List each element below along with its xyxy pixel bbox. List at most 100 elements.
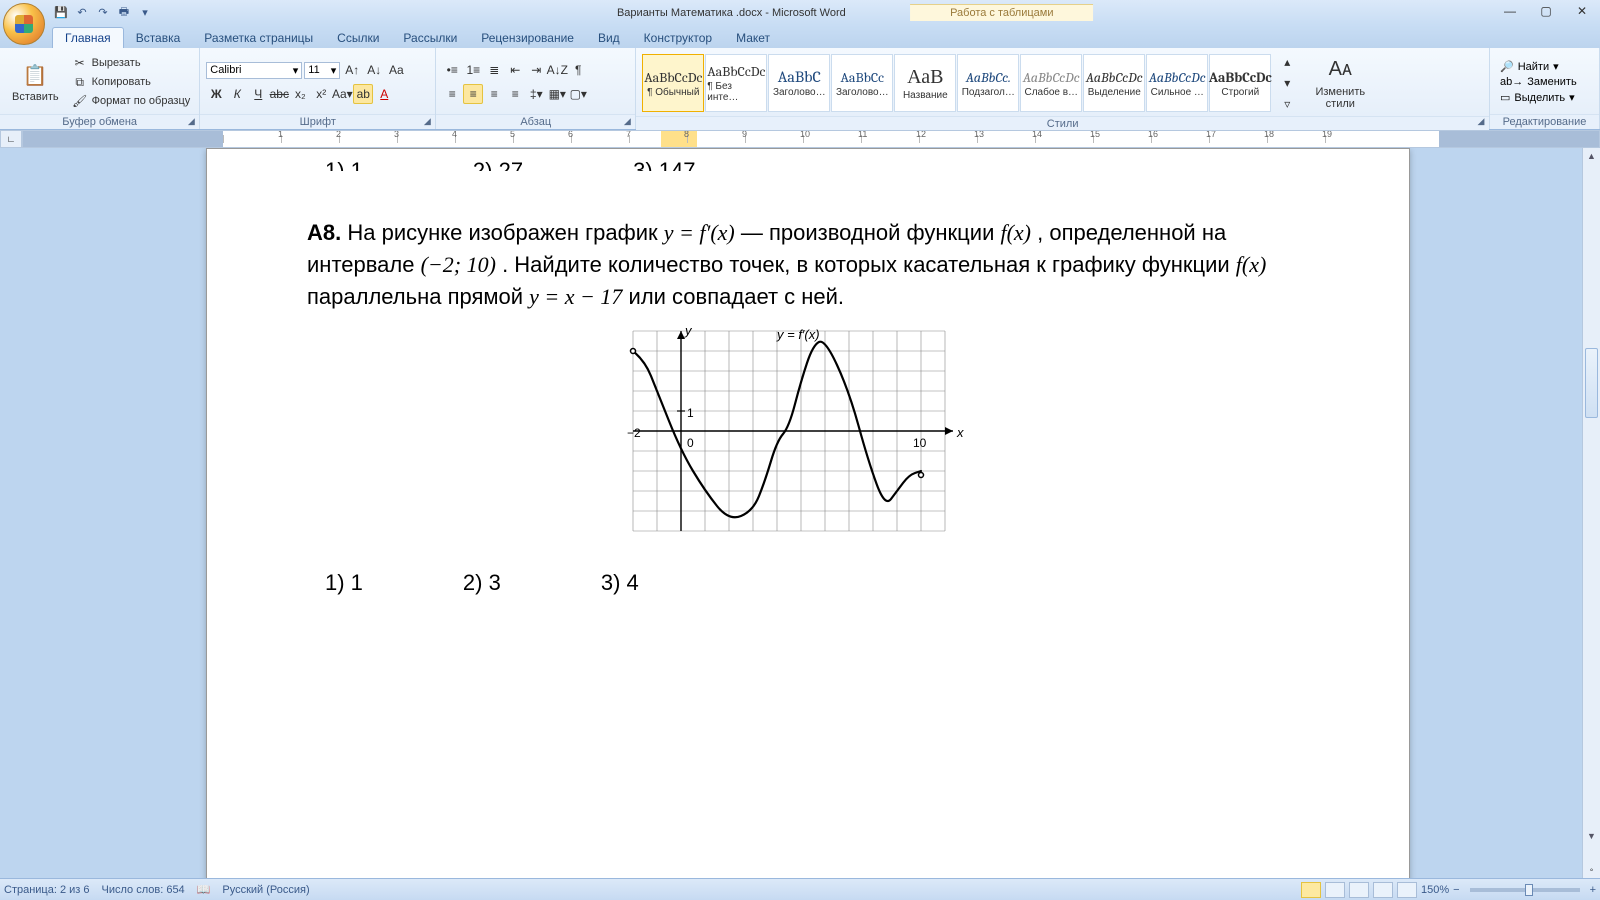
vertical-scrollbar[interactable]: ▲ ▼ ◦ xyxy=(1582,148,1600,878)
strikethrough-button[interactable]: abc xyxy=(269,84,289,104)
font-size-combo[interactable]: 11▾ xyxy=(304,62,340,79)
change-case-button[interactable]: Aa▾ xyxy=(332,84,352,104)
style-subtitle[interactable]: AaBbCc.Подзагол… xyxy=(957,54,1019,112)
increase-indent-button[interactable]: ⇥ xyxy=(526,60,546,80)
status-page[interactable]: Страница: 2 из 6 xyxy=(4,884,90,896)
zoom-in-button[interactable]: + xyxy=(1590,884,1596,896)
tab-selector[interactable]: ∟ xyxy=(0,130,22,148)
browse-object-button[interactable]: ◦ xyxy=(1583,862,1600,878)
find-button[interactable]: 🔎Найти▾ xyxy=(1496,59,1581,74)
font-name-combo[interactable]: Calibri▾ xyxy=(206,62,302,79)
prev-answer-2: 2) 27 xyxy=(473,155,523,171)
replace-button[interactable]: ab→Заменить xyxy=(1496,75,1581,89)
clear-formatting-button[interactable]: Aa xyxy=(386,60,406,80)
status-words[interactable]: Число слов: 654 xyxy=(102,884,185,896)
style-heading1[interactable]: AaBbCЗаголово… xyxy=(768,54,830,112)
grow-font-button[interactable]: A↑ xyxy=(342,60,362,80)
style-strong[interactable]: AaBbCcDcСтрогий xyxy=(1209,54,1271,112)
style-subtle[interactable]: AaBbCcDcСлабое в… xyxy=(1020,54,1082,112)
tab-layout[interactable]: Макет xyxy=(724,28,782,48)
page-content[interactable]: 1) 1 2) 27 3) 147 А8. На рисунке изображ… xyxy=(207,149,1409,629)
quickprint-icon[interactable]: 🖶 xyxy=(115,4,133,22)
proofing-icon[interactable]: 📖 xyxy=(197,883,211,896)
tab-review[interactable]: Рецензирование xyxy=(469,28,586,48)
italic-button[interactable]: К xyxy=(227,84,247,104)
decrease-indent-button[interactable]: ⇤ xyxy=(505,60,525,80)
styles-dialog-launcher[interactable]: ◢ xyxy=(1475,115,1487,127)
align-left-button[interactable]: ≡ xyxy=(442,84,462,104)
view-web-button[interactable] xyxy=(1349,882,1369,898)
style-nospacing[interactable]: AaBbCcDc¶ Без инте… xyxy=(705,54,767,112)
styles-scroll-up[interactable]: ▴ xyxy=(1277,52,1297,72)
view-printlayout-button[interactable] xyxy=(1301,882,1321,898)
office-button[interactable] xyxy=(3,3,45,45)
font-color-button[interactable]: A xyxy=(374,84,394,104)
superscript-button[interactable]: x² xyxy=(311,84,331,104)
tab-view[interactable]: Вид xyxy=(586,28,632,48)
answer-3: 3) 4 xyxy=(601,567,639,599)
multilevel-button[interactable]: ≣ xyxy=(484,60,504,80)
document-area[interactable]: 1) 1 2) 27 3) 147 А8. На рисунке изображ… xyxy=(0,148,1582,878)
font-dialog-launcher[interactable]: ◢ xyxy=(421,115,433,127)
clipboard-dialog-launcher[interactable]: ◢ xyxy=(185,115,197,127)
qat-more-icon[interactable]: ▾ xyxy=(136,4,154,22)
align-center-button[interactable]: ≡ xyxy=(463,84,483,104)
maximize-button[interactable]: ▢ xyxy=(1532,2,1560,20)
styles-scroll-down[interactable]: ▾ xyxy=(1277,73,1297,93)
tab-references[interactable]: Ссылки xyxy=(325,28,391,48)
view-outline-button[interactable] xyxy=(1373,882,1393,898)
cut-button[interactable]: ✂Вырезать xyxy=(69,54,194,72)
shading-button[interactable]: ▦▾ xyxy=(547,84,567,104)
save-icon[interactable]: 💾 xyxy=(52,4,70,22)
tab-insert[interactable]: Вставка xyxy=(124,28,193,48)
style-heading2[interactable]: AaBbCcЗаголово… xyxy=(831,54,893,112)
bullets-button[interactable]: •≡ xyxy=(442,60,462,80)
align-right-button[interactable]: ≡ xyxy=(484,84,504,104)
select-button[interactable]: ▭Выделить▾ xyxy=(1496,90,1581,105)
tab-pagelayout[interactable]: Разметка страницы xyxy=(192,28,325,48)
style-normal[interactable]: AaBbCcDc¶ Обычный xyxy=(642,54,704,112)
format-painter-button[interactable]: 🖌Формат по образцу xyxy=(69,92,194,110)
minimize-button[interactable]: — xyxy=(1496,2,1524,20)
style-title[interactable]: АаВНазвание xyxy=(894,54,956,112)
paragraph-dialog-launcher[interactable]: ◢ xyxy=(621,115,633,127)
scroll-thumb[interactable] xyxy=(1585,348,1598,418)
scroll-down-icon[interactable]: ▼ xyxy=(1583,828,1600,844)
styles-expand[interactable]: ▿ xyxy=(1277,94,1297,114)
justify-button[interactable]: ≡ xyxy=(505,84,525,104)
underline-button[interactable]: Ч xyxy=(248,84,268,104)
tab-mailings[interactable]: Рассылки xyxy=(391,28,469,48)
select-icon: ▭ xyxy=(1500,91,1510,104)
zoom-slider[interactable] xyxy=(1470,888,1580,892)
tab-home[interactable]: Главная xyxy=(52,27,124,48)
zoom-out-button[interactable]: − xyxy=(1453,884,1459,896)
change-styles-button[interactable]: Aᴀ Изменить стили xyxy=(1307,54,1373,112)
numbering-button[interactable]: 1≡ xyxy=(463,60,483,80)
style-intense[interactable]: AaBbCcDcСильное … xyxy=(1146,54,1208,112)
sort-button[interactable]: A↓Z xyxy=(547,60,567,80)
zoom-level[interactable]: 150% xyxy=(1421,884,1449,896)
show-marks-button[interactable]: ¶ xyxy=(568,60,588,80)
copy-button[interactable]: ⧉Копировать xyxy=(69,73,194,91)
close-button[interactable]: ✕ xyxy=(1568,2,1596,20)
scroll-up-icon[interactable]: ▲ xyxy=(1583,148,1600,164)
style-preview: АаВ xyxy=(907,65,943,89)
zoom-thumb[interactable] xyxy=(1525,884,1533,896)
paste-button[interactable]: 📋 Вставить xyxy=(6,59,65,105)
styles-gallery[interactable]: AaBbCcDc¶ Обычный AaBbCcDc¶ Без инте… Aa… xyxy=(642,54,1271,112)
window-title: Варианты Математика .docx - Microsoft Wo… xyxy=(617,7,846,19)
style-emphasis[interactable]: AaBbCcDcВыделение xyxy=(1083,54,1145,112)
subscript-button[interactable]: x₂ xyxy=(290,84,310,104)
shrink-font-button[interactable]: A↓ xyxy=(364,60,384,80)
undo-icon[interactable]: ↶ xyxy=(73,4,91,22)
bold-button[interactable]: Ж xyxy=(206,84,226,104)
tab-design[interactable]: Конструктор xyxy=(632,28,724,48)
horizontal-ruler[interactable]: 12345678910111213141516171819 xyxy=(22,130,1600,148)
redo-icon[interactable]: ↷ xyxy=(94,4,112,22)
view-fullscreen-button[interactable] xyxy=(1325,882,1345,898)
line-spacing-button[interactable]: ‡▾ xyxy=(526,84,546,104)
highlight-button[interactable]: ab xyxy=(353,84,373,104)
status-language[interactable]: Русский (Россия) xyxy=(222,884,309,896)
view-draft-button[interactable] xyxy=(1397,882,1417,898)
borders-button[interactable]: ▢▾ xyxy=(568,84,588,104)
